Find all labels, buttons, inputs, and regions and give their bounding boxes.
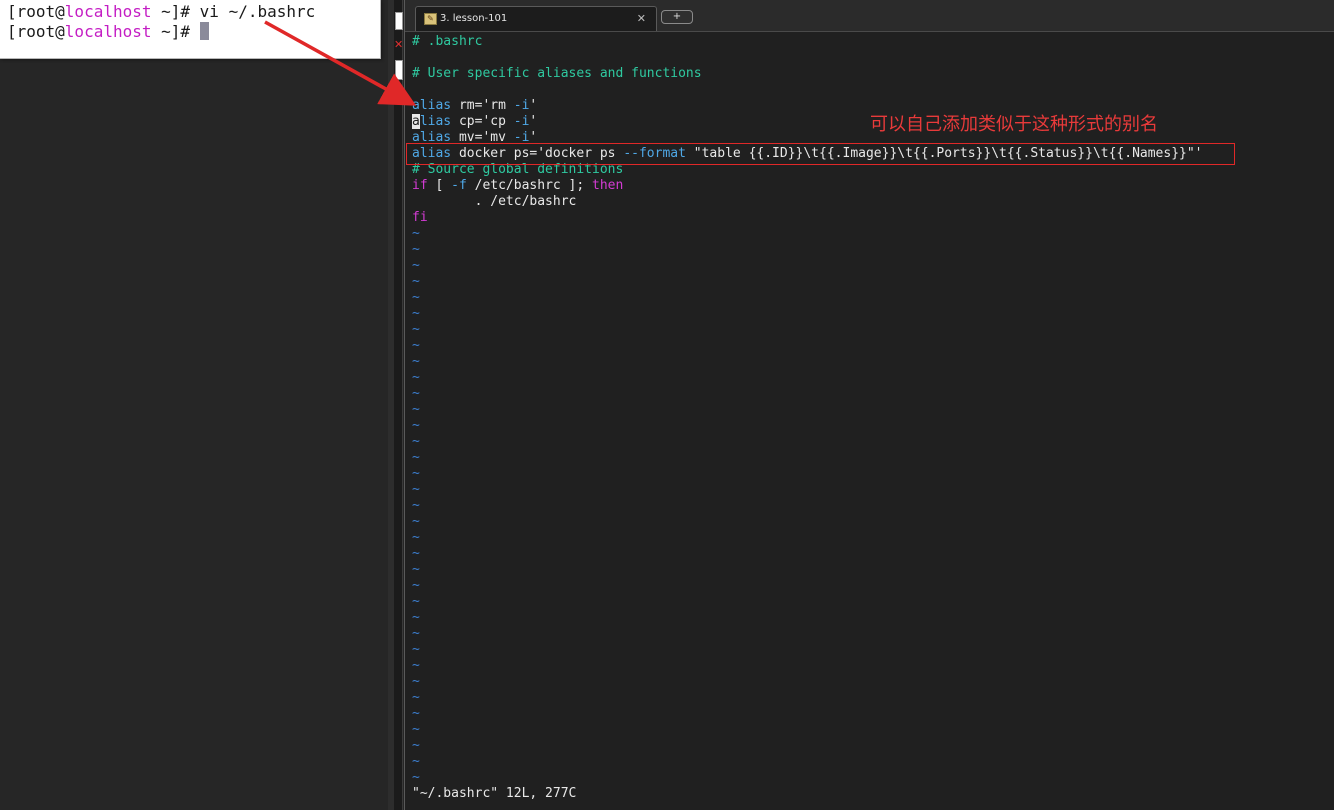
arrow-line (264, 20, 417, 106)
annotation-arrow (264, 20, 417, 106)
